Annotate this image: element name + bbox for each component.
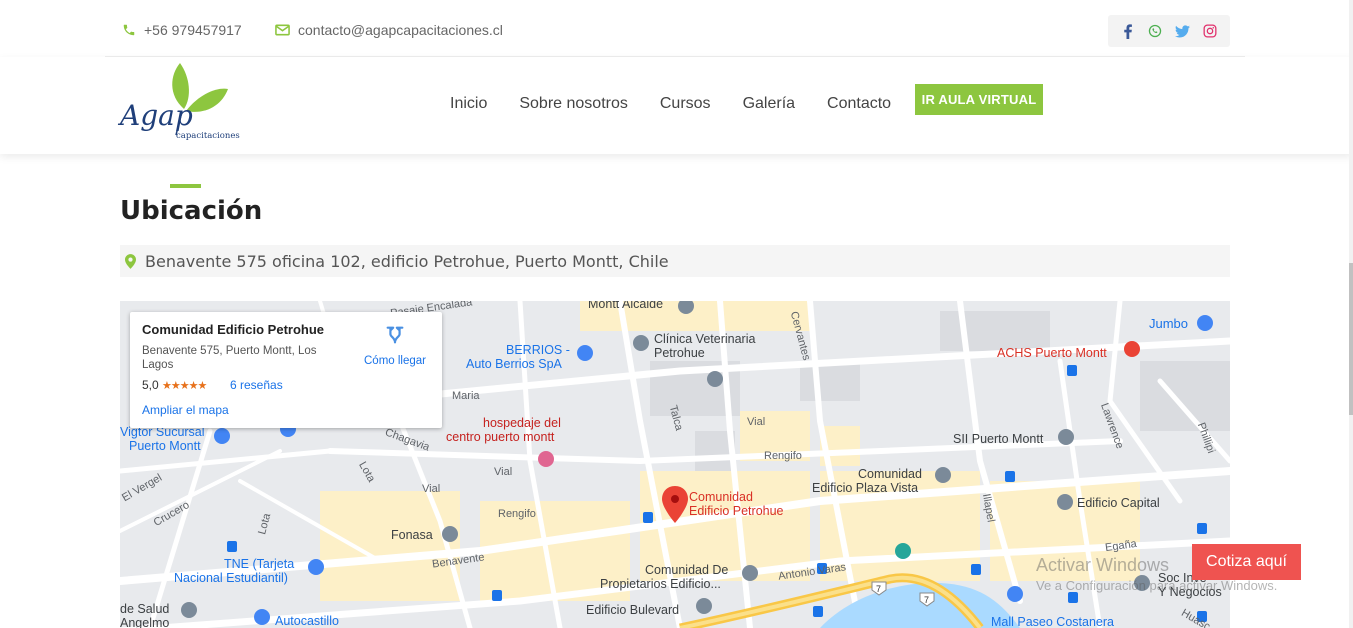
- directions-icon: [386, 326, 404, 344]
- map-label-sii: SII Puerto Montt: [953, 432, 1044, 446]
- title-accent: [170, 184, 201, 188]
- street-vial-1: Vial: [747, 416, 766, 428]
- address-text: Benavente 575 oficina 102, edificio Petr…: [145, 251, 669, 271]
- map-label-berrios2: Auto Berrios SpA: [466, 357, 562, 371]
- map-label-bulevard: Edificio Bulevard: [586, 603, 680, 617]
- nav-inicio[interactable]: Inicio: [450, 95, 487, 113]
- place-name: Comunidad Edificio Petrohue: [142, 322, 325, 337]
- map-label-hospedaje: hospedaje del: [483, 416, 561, 430]
- map-label-tne: TNE (Tarjeta: [224, 557, 295, 571]
- map-label-alcalde: Montt Alcalde: [588, 301, 664, 311]
- email-address: contacto@agapcapacitaciones.cl: [298, 22, 503, 38]
- map-label-petrohue-pin: Comunidad: [689, 490, 753, 504]
- top-bar: +56 979457917 contacto@agapcapacitacione…: [105, 0, 1245, 57]
- street-maria: Maria: [452, 390, 480, 402]
- reviews-link[interactable]: 6 reseñas: [230, 378, 283, 392]
- windows-activation-watermark: Activar Windows: [1036, 555, 1170, 575]
- whatsapp-icon[interactable]: [1145, 21, 1165, 41]
- section-title: Ubicación: [120, 196, 263, 226]
- enlarge-map-link[interactable]: Ampliar el mapa: [142, 403, 229, 417]
- rating-stars: ★★★★★: [162, 380, 207, 392]
- map-label-propietarios: Comunidad De: [645, 563, 729, 577]
- phone-number: +56 979457917: [144, 22, 242, 38]
- street-vial-2: Vial: [494, 466, 513, 478]
- street-rengifo-1: Rengifo: [764, 450, 802, 462]
- map-label-achs: ACHS Puerto Montt: [997, 346, 1107, 360]
- quote-button[interactable]: Cotiza aquí: [1192, 544, 1301, 580]
- twitter-icon[interactable]: [1173, 21, 1193, 41]
- main-header: Agap capacitaciones Inicio Sobre nosotro…: [0, 57, 1353, 154]
- nav-cursos[interactable]: Cursos: [660, 95, 711, 113]
- map-label-salud2: Angelmo: [120, 616, 170, 628]
- map-label-petrohue-pin2: Edificio Petrohue: [689, 504, 784, 518]
- map-label-fonasa: Fonasa: [391, 528, 433, 542]
- email-contact[interactable]: contacto@agapcapacitaciones.cl: [275, 22, 503, 38]
- directions-button[interactable]: Cómo llegar: [360, 324, 430, 367]
- facebook-icon[interactable]: [1118, 21, 1138, 41]
- street-rengifo-2: Rengifo: [498, 508, 536, 520]
- route-7-shield-a: 7: [876, 584, 882, 594]
- map-label-mall: Mall Paseo Costanera: [991, 615, 1114, 628]
- page: +56 979457917 contacto@agapcapacitacione…: [0, 0, 1353, 628]
- map-label-vet2: Petrohue: [654, 346, 705, 360]
- route-7-shield-b: 7: [924, 595, 930, 605]
- brand-logo[interactable]: Agap capacitaciones: [118, 61, 248, 145]
- main-nav: Inicio Sobre nosotros Cursos Galería Con…: [450, 95, 923, 113]
- map-label-plaza-vista2: Edificio Plaza Vista: [812, 481, 919, 495]
- brand-tagline: capacitaciones: [176, 131, 240, 141]
- directions-label: Cómo llegar: [364, 355, 426, 367]
- map-label-autocastillo: Autocastillo: [275, 614, 339, 628]
- virtual-classroom-button[interactable]: IR AULA VIRTUAL: [915, 84, 1043, 115]
- street-vial-3: Vial: [422, 483, 441, 495]
- map-label-vet: Clínica Veterinaria: [654, 332, 756, 346]
- map-label-vigtor2: Puerto Montt: [129, 439, 201, 453]
- map-label-plaza-vista: Comunidad: [858, 467, 922, 481]
- map-label-propietarios2: Propietarios Edificio...: [600, 577, 721, 591]
- map-info-card: Comunidad Edificio Petrohue Benavente 57…: [130, 312, 442, 428]
- address-bar: Benavente 575 oficina 102, edificio Petr…: [120, 245, 1230, 277]
- map-label-capital: Edificio Capital: [1077, 496, 1160, 510]
- nav-contacto[interactable]: Contacto: [827, 95, 891, 113]
- social-links: [1108, 15, 1230, 47]
- map-label-jumbo: Jumbo: [1149, 316, 1189, 331]
- phone-contact[interactable]: +56 979457917: [122, 22, 242, 38]
- phone-icon: [123, 24, 135, 36]
- nav-sobre-nosotros[interactable]: Sobre nosotros: [519, 95, 628, 113]
- brand-name: Agap: [120, 99, 193, 132]
- map-label-hospedaje2: centro puerto montt: [446, 430, 555, 444]
- nav-galeria[interactable]: Galería: [743, 95, 795, 113]
- map-marker-icon: [125, 253, 136, 269]
- envelope-icon: [275, 24, 290, 36]
- place-address: Benavente 575, Puerto Montt, Los Lagos: [142, 345, 317, 371]
- map-label-salud: de Salud: [120, 602, 170, 616]
- scrollbar-thumb[interactable]: [1349, 263, 1353, 415]
- map-label-tne2: Nacional Estudiantil): [174, 571, 288, 585]
- rating-value: 5,0: [142, 378, 159, 392]
- windows-activation-hint: Ve a Configuración para activar Windows.: [1036, 578, 1278, 593]
- map-label-berrios: BERRIOS -: [506, 343, 570, 357]
- instagram-icon[interactable]: [1200, 21, 1220, 41]
- place-rating: 5,0 ★★★★★: [142, 378, 207, 392]
